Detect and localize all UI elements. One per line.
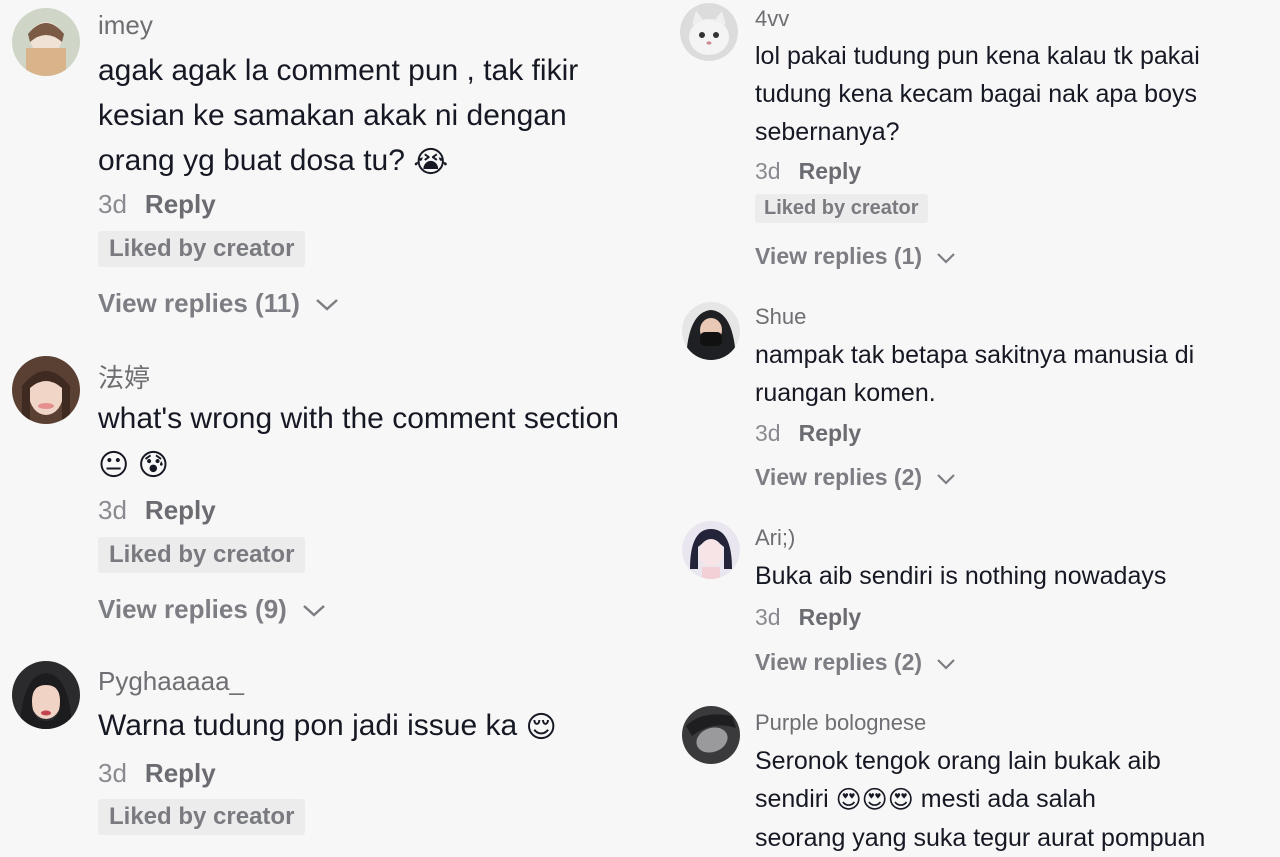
comment-username[interactable]: Pyghaaaaa_ bbox=[98, 666, 244, 697]
comment-body-line: mesti ada salah bbox=[920, 785, 1096, 813]
comment-meta: 3d Reply bbox=[98, 189, 216, 220]
neutral-face-emoji: 😐 bbox=[98, 448, 130, 482]
view-replies-label: View replies (11) bbox=[98, 288, 300, 318]
liked-by-creator-badge: Liked by creator bbox=[98, 799, 306, 835]
comment-username[interactable]: 4vv bbox=[755, 6, 789, 32]
comment-time: 3d bbox=[98, 189, 127, 219]
view-replies-button[interactable]: View replies (11) bbox=[98, 288, 339, 319]
comment-time: 3d bbox=[98, 495, 127, 525]
reply-button[interactable]: Reply bbox=[145, 189, 216, 219]
comment-text: agak agak la comment pun , tak fikir kes… bbox=[98, 48, 628, 185]
view-replies-button[interactable]: View replies (1) bbox=[755, 243, 956, 270]
comment-body: Warna tudung pon jadi issue ka bbox=[98, 709, 518, 742]
liked-by-creator-badge: Liked by creator bbox=[98, 537, 306, 573]
comment-text: lol pakai tudung pun kena kalau tk pakai… bbox=[755, 42, 1200, 146]
view-replies-label: View replies (2) bbox=[755, 464, 923, 490]
heart-eyes-emoji: 😍 bbox=[835, 786, 862, 815]
reply-button[interactable]: Reply bbox=[145, 495, 216, 525]
heart-eyes-emoji: 😍 bbox=[887, 786, 914, 815]
comment-username[interactable]: 法婷 bbox=[98, 358, 150, 395]
view-replies-button[interactable]: View replies (2) bbox=[755, 649, 956, 676]
crying-face-emoji: 😭 bbox=[413, 145, 449, 179]
comment-username[interactable]: imey bbox=[98, 10, 153, 41]
reply-button[interactable]: Reply bbox=[799, 604, 862, 630]
comment-body-line: sendiri bbox=[755, 785, 829, 813]
view-replies-button[interactable]: View replies (2) bbox=[755, 464, 956, 491]
comment-text: Seronok tengok orang lain bukak aib send… bbox=[755, 742, 1275, 857]
comment-time: 3d bbox=[755, 158, 781, 184]
avatar[interactable] bbox=[12, 8, 80, 76]
view-replies-label: View replies (9) bbox=[98, 594, 287, 624]
view-replies-label: View replies (1) bbox=[755, 243, 923, 269]
comment-body: what's wrong with the comment section bbox=[98, 402, 619, 435]
comment-meta: 3d Reply bbox=[98, 495, 216, 526]
comment-time: 3d bbox=[755, 604, 781, 630]
avatar[interactable] bbox=[680, 3, 738, 61]
comment-username[interactable]: Shue bbox=[755, 304, 806, 330]
reply-button[interactable]: Reply bbox=[799, 158, 862, 184]
comment-text: what's wrong with the comment section 😐 … bbox=[98, 396, 658, 488]
comment-meta: 3d Reply bbox=[98, 758, 216, 789]
view-replies-button[interactable]: View replies (9) bbox=[98, 594, 326, 625]
chevron-down-icon bbox=[303, 605, 325, 617]
comment-time: 3d bbox=[755, 420, 781, 446]
heart-eyes-emoji: 😍 bbox=[861, 786, 888, 815]
reply-button[interactable]: Reply bbox=[145, 758, 216, 788]
chevron-down-icon bbox=[316, 299, 338, 311]
comment-meta: 3d Reply bbox=[755, 158, 861, 185]
comment-text: nampak tak betapa sakitnya manusia di ru… bbox=[755, 341, 1195, 407]
liked-by-creator-badge: Liked by creator bbox=[755, 194, 928, 223]
comment-time: 3d bbox=[98, 758, 127, 788]
relieved-face-emoji: 😌 bbox=[525, 710, 557, 744]
comment-meta: 3d Reply bbox=[755, 420, 861, 447]
comment-body: agak agak la comment pun , tak fikir kes… bbox=[98, 54, 579, 177]
comment-username[interactable]: Ari;) bbox=[755, 525, 795, 551]
comment-username[interactable]: Purple bolognese bbox=[755, 710, 926, 736]
comment-text: Warna tudung pon jadi issue ka 😌 bbox=[98, 703, 658, 750]
avatar[interactable] bbox=[12, 661, 80, 729]
comment-body-line: Seronok tengok orang lain bukak aib bbox=[755, 747, 1161, 775]
comment-body-line: seorang yang suka tegur aurat pompuan bbox=[755, 824, 1206, 853]
avatar[interactable] bbox=[682, 521, 740, 579]
reply-button[interactable]: Reply bbox=[799, 420, 862, 446]
avatar[interactable] bbox=[682, 302, 740, 360]
comment-text: Buka aib sendiri is nothing nowadays bbox=[755, 562, 1167, 590]
chevron-down-icon bbox=[937, 659, 956, 670]
avatar[interactable] bbox=[12, 356, 80, 424]
liked-by-creator-badge: Liked by creator bbox=[98, 231, 306, 267]
view-replies-label: View replies (2) bbox=[755, 649, 923, 675]
chevron-down-icon bbox=[937, 474, 956, 485]
anxious-face-emoji: 😰 bbox=[137, 448, 169, 482]
comment-meta: 3d Reply bbox=[755, 604, 861, 631]
chevron-down-icon bbox=[937, 253, 956, 264]
avatar[interactable] bbox=[682, 706, 740, 764]
